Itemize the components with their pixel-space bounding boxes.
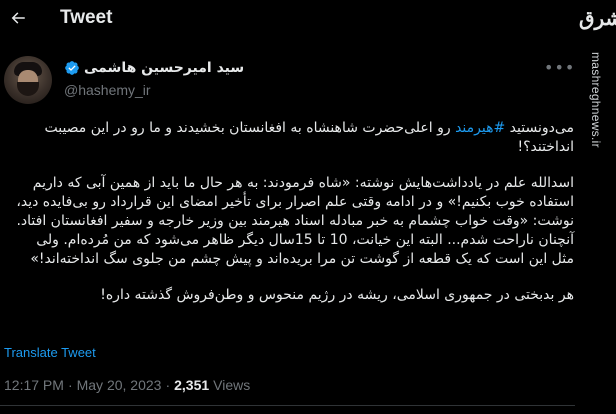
tweet-text: می‌دونستید #هیرمند رو اعلی‌حضرت شاهنشاه …	[14, 119, 574, 305]
meta-separator: ·	[67, 377, 73, 393]
watermark-url: mashreghnews.ir	[589, 52, 603, 148]
tweet-time[interactable]: 12:17 PM	[4, 377, 64, 393]
topbar: Tweet	[0, 0, 600, 36]
author-handle[interactable]: @hashemy_ir	[64, 82, 151, 98]
avatar[interactable]	[4, 56, 52, 104]
views-count: 2,351	[174, 377, 210, 393]
tweet-header: سید امیرحسین هاشمی @hashemy_ir •••	[0, 50, 575, 110]
author-name-row[interactable]: سید امیرحسین هاشمی	[64, 60, 244, 76]
divider	[0, 405, 575, 406]
tweet-meta: 12:17 PM · May 20, 2023 · 2,351 Views	[4, 377, 250, 393]
page-title: Tweet	[60, 7, 113, 28]
tweet-text-segment: می‌دونستید	[505, 120, 574, 136]
tweet-date[interactable]: May 20, 2023	[77, 377, 162, 393]
translate-tweet-link[interactable]: Translate Tweet	[4, 345, 96, 360]
meta-separator: ·	[165, 377, 171, 393]
hashtag-link[interactable]: #هیرمند	[455, 120, 505, 136]
tweet-paragraph-2: اسدالله علم در یادداشت‌هایش نوشته: «شاه …	[16, 175, 574, 267]
verified-badge-icon	[65, 61, 79, 75]
back-button[interactable]	[8, 8, 28, 28]
more-horizontal-icon: •••	[544, 58, 576, 77]
tweet-paragraph-3: هر بدبختی در جمهوری اسلامی، ریشه در رژیم…	[100, 287, 574, 303]
views-label: Views	[213, 377, 251, 393]
arrow-left-icon	[11, 12, 25, 24]
author-name[interactable]: سید امیرحسین هاشمی	[84, 60, 244, 76]
watermark-logo: مشرق	[579, 6, 616, 30]
tweet-paragraph-1: می‌دونستید #هیرمند رو اعلی‌حضرت شاهنشاه …	[14, 119, 574, 157]
watermark: مشرق mashreghnews.ir	[576, 0, 616, 414]
more-button[interactable]: •••	[544, 58, 574, 78]
